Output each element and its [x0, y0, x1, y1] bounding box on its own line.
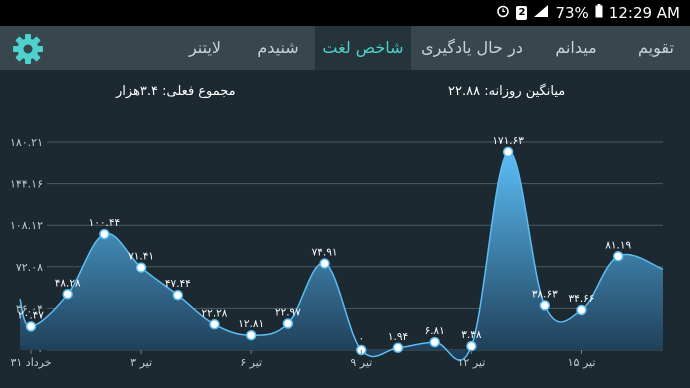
- data-point[interactable]: [209, 319, 220, 330]
- y-tick-label: ۱۴۴.۱۶: [10, 178, 43, 191]
- x-tick-label: ۳۱ خرداد: [10, 356, 51, 369]
- x-tick-label: ۹ تیر: [350, 356, 372, 369]
- x-tick-label: ۶ تیر: [240, 356, 262, 369]
- data-label: ۲۲.۹۷: [275, 306, 301, 318]
- alarm-icon: [496, 4, 510, 22]
- daily-average-label: میانگین روزانه: ۲۲.۸۸: [448, 84, 566, 99]
- tab-bar: تقویم میدانم در حال یادگیری شاخص لغت شنی…: [0, 26, 690, 70]
- y-tick-label: ۱۰۸.۱۲: [10, 219, 43, 232]
- x-tick-label: ۱۵ تیر: [568, 356, 596, 369]
- data-point[interactable]: [172, 289, 184, 301]
- data-label: ۳۸.۶۳: [532, 288, 558, 300]
- battery-icon: [595, 4, 603, 22]
- area-fill: [20, 151, 663, 361]
- current-total-label: مجموع فعلی: ۳.۴هزار: [116, 84, 236, 99]
- data-label: ۱۷۱.۶۳: [492, 135, 524, 147]
- data-point[interactable]: [539, 300, 551, 311]
- data-point[interactable]: [392, 342, 404, 354]
- settings-gear-icon[interactable]: [10, 31, 46, 67]
- data-label: ۱۰۰.۴۴: [89, 217, 121, 229]
- signal-icon: [533, 4, 549, 22]
- tab-word-index[interactable]: شاخص لغت: [315, 26, 411, 70]
- data-label: ۶.۸۱: [425, 325, 445, 337]
- data-point[interactable]: [612, 251, 624, 262]
- data-label: ۴۸.۲۸: [55, 277, 81, 289]
- tab-leitner[interactable]: لایتنر: [168, 26, 242, 70]
- tab-known[interactable]: میدانم: [535, 26, 617, 70]
- data-point[interactable]: [466, 340, 477, 352]
- data-label: ۰: [358, 333, 364, 345]
- data-label: ۳.۳۸: [461, 329, 482, 341]
- data-point[interactable]: [245, 329, 257, 341]
- data-label: ۷۴.۹۱: [312, 247, 338, 259]
- word-index-chart: ۲۰.۴۷۴۸.۲۸۱۰۰.۴۴۷۱.۴۱۴۷.۴۴۲۲.۲۸۱۲.۸۱۲۲.۹…: [10, 135, 664, 369]
- data-label: ۳۴.۶۶: [569, 293, 595, 305]
- clock-time: 12:29 AM: [608, 4, 680, 22]
- data-point[interactable]: [502, 146, 514, 158]
- data-point[interactable]: [135, 262, 147, 273]
- y-tick-label: ۷۲.۰۸: [16, 261, 43, 274]
- data-point[interactable]: [282, 318, 294, 329]
- data-label: ۷۱.۴۱: [128, 251, 154, 263]
- data-point[interactable]: [25, 321, 37, 332]
- data-point[interactable]: [429, 336, 440, 348]
- status-bar: 2 73% 12:29 AM: [0, 0, 690, 26]
- data-point[interactable]: [576, 304, 587, 316]
- data-point[interactable]: [99, 228, 110, 240]
- tab-heard[interactable]: شنیدم: [245, 26, 311, 70]
- data-label: ۸۱.۱۹: [605, 239, 631, 251]
- data-label: ۲۲.۲۸: [202, 307, 228, 319]
- data-label: ۴۷.۴۴: [165, 278, 191, 290]
- x-tick-label: ۱۲ تیر: [458, 356, 486, 369]
- x-tick-label: ۳ تیر: [130, 356, 152, 369]
- data-point[interactable]: [62, 289, 73, 300]
- status-icons: 2 73% 12:29 AM: [496, 4, 680, 22]
- tab-calendar[interactable]: تقویم: [622, 26, 690, 70]
- sim-icon: 2: [516, 6, 528, 20]
- battery-percent: 73%: [555, 4, 589, 22]
- y-tick-label: ۳۶.۰۴: [16, 302, 43, 315]
- y-tick-label: ۱۸۰.۲۱: [10, 136, 43, 149]
- data-label: ۱۲.۸۱: [238, 318, 264, 330]
- data-label: ۱.۹۴: [388, 331, 408, 343]
- data-point[interactable]: [319, 258, 330, 269]
- tab-learning[interactable]: در حال یادگیری: [412, 26, 532, 70]
